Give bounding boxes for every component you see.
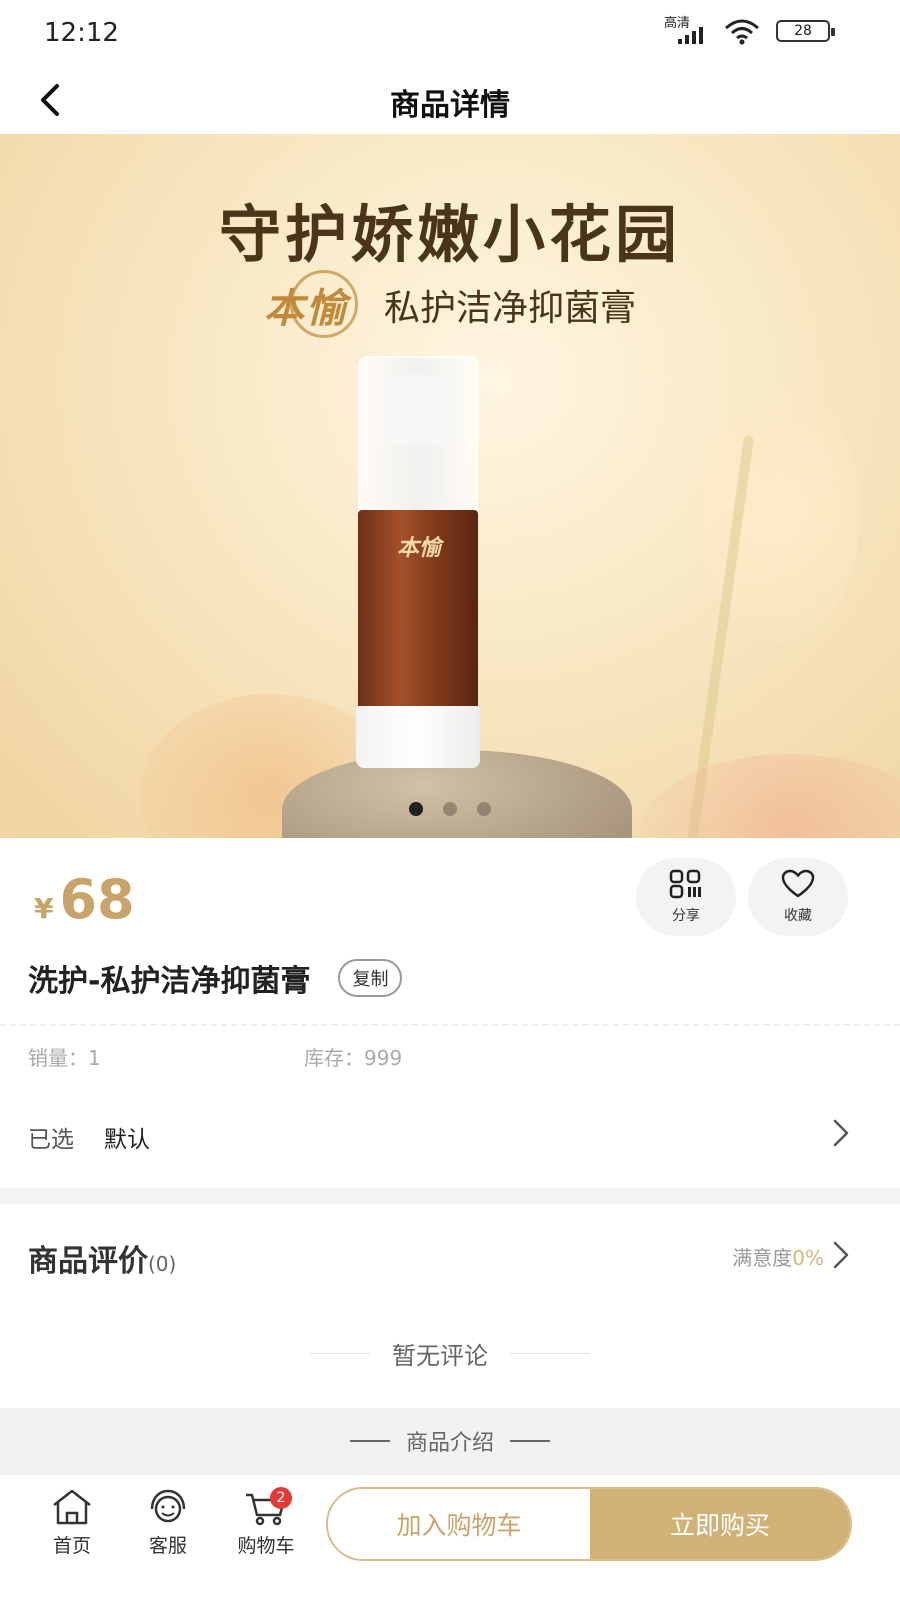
favorite-button[interactable]: 收藏 [748, 858, 848, 936]
product-intro-header: 商品介绍 [0, 1408, 900, 1474]
status-bar: 12:12 高清 28 [0, 0, 900, 66]
product-stats: 销量：1 库存：999 [28, 1042, 402, 1071]
empty-reviews: 暂无评论 [0, 1336, 900, 1371]
hero-subline: 本愉 私护洁净抑菌膏 [0, 270, 900, 338]
signal-icon: 高清 [664, 14, 708, 48]
price-section: ¥68 分享 收藏 [0, 838, 900, 958]
brand-logo: 本愉 [264, 270, 358, 338]
hero-subtitle: 私护洁净抑菌膏 [383, 288, 636, 329]
chevron-right-icon [833, 1119, 849, 1147]
tab-home[interactable]: 首页 [32, 1487, 112, 1567]
reviews-title-text: 商品评价 [28, 1244, 148, 1279]
chevron-right-icon [833, 1241, 849, 1269]
bottle-brand-label: 本愉 [396, 536, 441, 561]
home-icon [53, 1489, 91, 1525]
page-title: 商品详情 [390, 88, 510, 123]
share-button[interactable]: 分享 [636, 858, 736, 936]
reviews-count: (0) [148, 1252, 177, 1276]
flower-blur-decoration [640, 754, 900, 838]
tab-customer-service[interactable]: 客服 [128, 1487, 208, 1567]
purchase-buttons: 加入购物车 立即购买 [326, 1487, 852, 1561]
bottle-base [356, 706, 480, 768]
tab-cart[interactable]: 2 购物车 [226, 1487, 306, 1567]
currency-symbol: ¥ [34, 892, 54, 925]
stock-count: 库存：999 [304, 1046, 403, 1070]
empty-reviews-text: 暂无评论 [392, 1342, 488, 1370]
tab-cart-label: 购物车 [237, 1535, 295, 1557]
share-label: 分享 [672, 908, 700, 924]
product-name: 洗护-私护洁净抑菌膏 [28, 964, 311, 999]
bottle-pump [388, 375, 450, 445]
satisfaction-rate: 满意度0% [732, 1242, 824, 1271]
favorite-label: 收藏 [784, 908, 812, 924]
product-intro-label: 商品介绍 [405, 1431, 494, 1456]
divider-line [510, 1353, 590, 1354]
carousel-dot[interactable] [443, 802, 457, 816]
nav-header: 商品详情 [0, 66, 900, 134]
copy-button[interactable]: 复制 [338, 959, 403, 997]
divider-line [510, 1440, 550, 1442]
customer-service-icon [150, 1489, 186, 1523]
status-icons: 高清 28 [664, 14, 835, 48]
sales-count: 销量：1 [28, 1046, 101, 1070]
add-to-cart-button[interactable]: 加入购物车 [328, 1489, 590, 1559]
divider-line [349, 1440, 390, 1442]
product-title-row: 洗护-私护洁净抑菌膏 复制 [28, 956, 403, 1000]
satisfaction-label: 满意度 [732, 1246, 793, 1270]
heart-icon [781, 869, 815, 898]
section-separator [0, 1188, 900, 1204]
reviews-title: 商品评价(0) [28, 1236, 176, 1280]
cart-count-badge: 2 [270, 1487, 292, 1509]
tab-service-label: 客服 [148, 1535, 187, 1557]
selected-value: 默认 [104, 1127, 150, 1153]
selected-label: 已选 [28, 1127, 74, 1153]
price-value: 68 [59, 868, 135, 931]
carousel-dot[interactable] [409, 802, 423, 816]
qr-share-icon [669, 869, 701, 899]
carousel-indicator [0, 802, 900, 816]
battery-level: 28 [794, 23, 812, 39]
bottom-action-bar: 首页 客服 2 购物车 加入购物车 立即购买 [0, 1474, 900, 1600]
spec-selector[interactable]: 已选 默认 [0, 1096, 900, 1176]
status-time: 12:12 [44, 18, 119, 48]
divider [0, 1024, 900, 1026]
buy-now-button[interactable]: 立即购买 [590, 1489, 850, 1559]
battery-icon: 28 [776, 20, 835, 42]
tab-home-label: 首页 [52, 1535, 91, 1557]
satisfaction-value: 0% [792, 1246, 824, 1270]
divider-line [310, 1353, 370, 1354]
carousel-dot[interactable] [477, 802, 491, 816]
wifi-icon [725, 19, 759, 45]
hero-headline: 守护娇嫩小花园 [218, 198, 681, 271]
reviews-section-header[interactable]: 商品评价(0) 满意度0% [0, 1204, 900, 1304]
product-price: ¥68 [34, 868, 135, 931]
